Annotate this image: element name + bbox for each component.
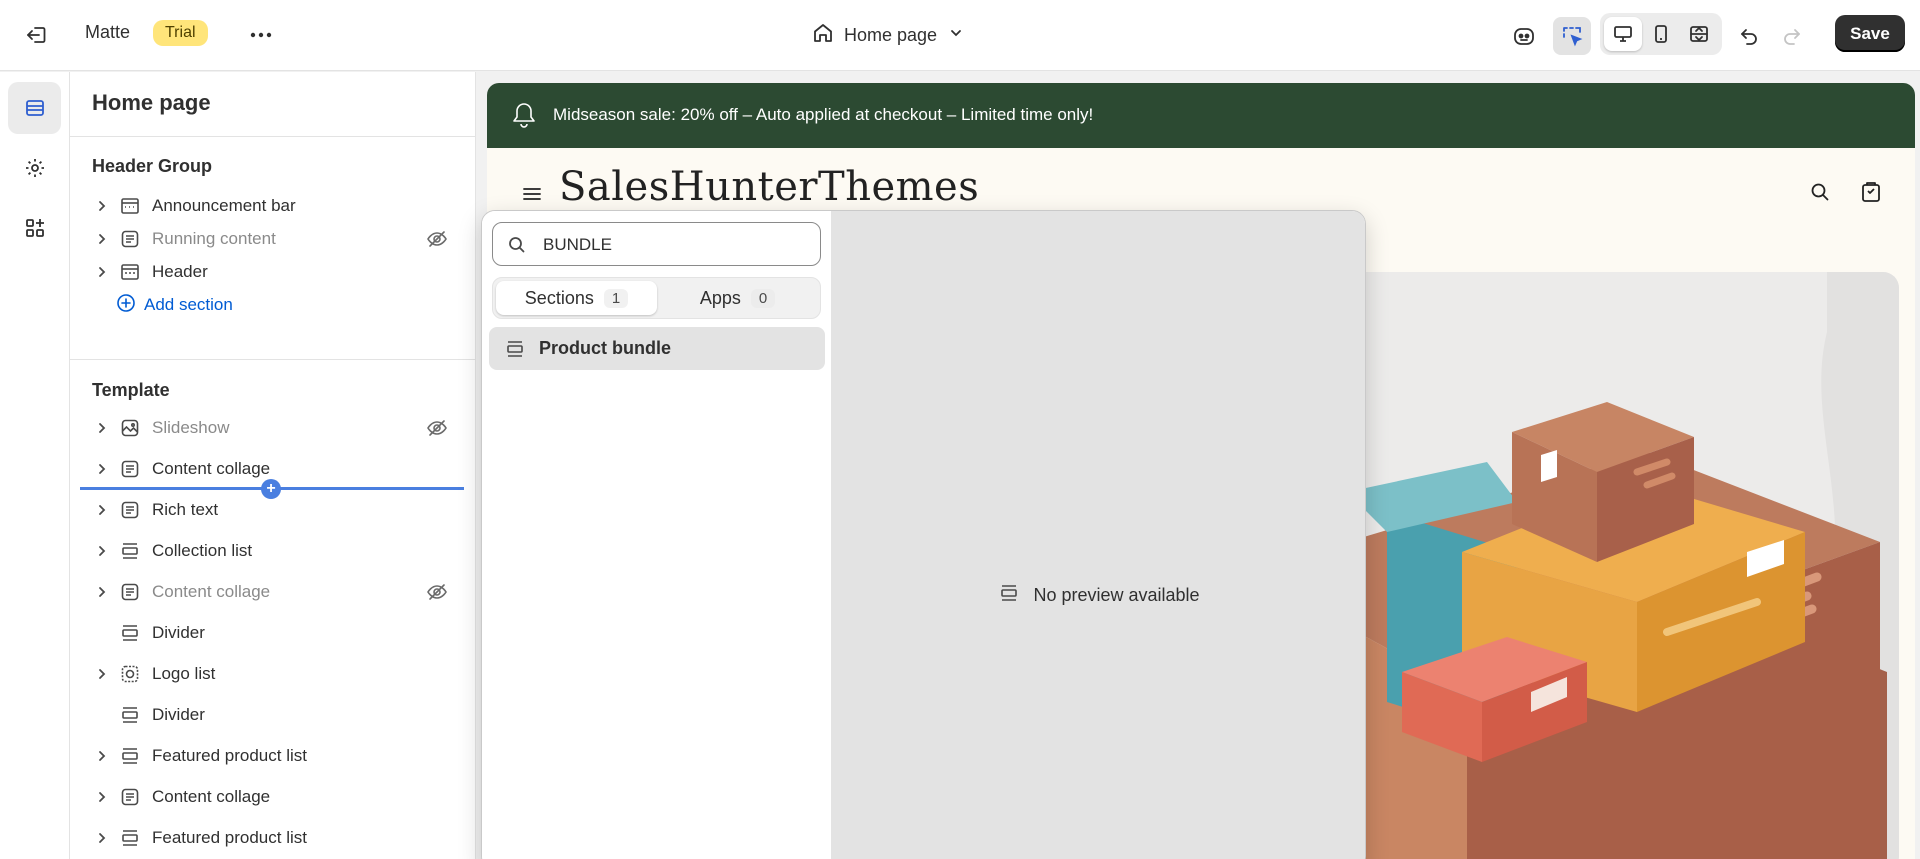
- tab-count-badge: 0: [750, 288, 776, 308]
- tree-item-logo-list[interactable]: Logo list: [90, 657, 466, 691]
- chevron-right-icon[interactable]: [90, 826, 114, 850]
- tab-count-badge: 1: [603, 288, 629, 308]
- sections-icon[interactable]: [8, 82, 61, 134]
- list-section-icon: [999, 583, 1019, 608]
- tree-item-divider-2[interactable]: Divider: [90, 698, 466, 732]
- chevron-right-icon[interactable]: [90, 416, 114, 440]
- search-icon[interactable]: [1808, 180, 1832, 204]
- left-rail: [0, 72, 70, 859]
- settings-gear-icon[interactable]: [8, 142, 61, 194]
- list-section-icon: [503, 337, 527, 361]
- chevron-right-icon[interactable]: [90, 539, 114, 563]
- viewport-toggle: [1600, 13, 1722, 55]
- picker-tabs: Sections 1 Apps 0: [492, 277, 821, 319]
- announcement-bar[interactable]: Midseason sale: 20% off – Auto applied a…: [487, 83, 1915, 148]
- menu-icon[interactable]: [521, 184, 543, 204]
- text-block-icon: [118, 227, 142, 251]
- add-section-button[interactable]: Add section: [116, 288, 233, 322]
- tree-item-collection-list[interactable]: Collection list: [90, 534, 466, 568]
- divider: [70, 359, 475, 360]
- fullscreen-view-icon[interactable]: [1680, 17, 1718, 51]
- eye-hidden-icon[interactable]: [426, 228, 448, 250]
- cart-icon[interactable]: [1860, 179, 1882, 203]
- more-actions-icon[interactable]: [246, 20, 276, 50]
- tree-item-content-collage-3[interactable]: Content collage: [90, 780, 466, 814]
- eye-hidden-icon[interactable]: [426, 417, 448, 439]
- home-icon: [812, 22, 834, 49]
- tree-item-slideshow[interactable]: Slideshow: [90, 411, 466, 445]
- announcement-text: Midseason sale: 20% off – Auto applied a…: [553, 105, 1094, 124]
- chevron-right-icon[interactable]: [90, 662, 114, 686]
- chevron-right-icon[interactable]: [90, 580, 114, 604]
- exit-icon[interactable]: [22, 20, 52, 50]
- redo-icon[interactable]: [1773, 17, 1811, 55]
- desktop-view-icon[interactable]: [1604, 17, 1642, 51]
- eye-hidden-icon[interactable]: [426, 581, 448, 603]
- tab-sections[interactable]: Sections 1: [496, 281, 657, 315]
- tab-apps[interactable]: Apps 0: [657, 281, 818, 315]
- list-section-icon: [118, 826, 142, 850]
- divider: [70, 136, 475, 137]
- plus-circle-icon: [116, 293, 136, 318]
- no-preview-message: No preview available: [832, 583, 1365, 608]
- select-element-icon[interactable]: [1553, 17, 1591, 55]
- text-block-icon: [118, 457, 142, 481]
- ai-assistant-icon[interactable]: [1505, 17, 1543, 55]
- chevron-down-icon: [947, 24, 965, 47]
- page-selector-label: Home page: [844, 24, 938, 45]
- list-section-icon: [118, 621, 142, 645]
- chevron-right-icon[interactable]: [90, 744, 114, 768]
- tree-item-announcement-bar[interactable]: Announcement bar: [90, 189, 466, 223]
- apps-icon[interactable]: [8, 202, 61, 254]
- add-section-popover: Sections 1 Apps 0 Product bundle No prev…: [481, 210, 1366, 859]
- text-block-icon: [118, 580, 142, 604]
- search-icon: [507, 235, 527, 255]
- trial-badge: Trial: [153, 20, 208, 46]
- image-icon: [118, 416, 142, 440]
- chevron-right-icon[interactable]: [90, 194, 114, 218]
- save-button[interactable]: Save: [1835, 15, 1905, 52]
- page-selector[interactable]: Home page: [812, 18, 965, 52]
- header-group-title: Header Group: [92, 156, 213, 176]
- section-preview-panel: No preview available: [832, 211, 1365, 859]
- chevron-right-icon[interactable]: [90, 457, 114, 481]
- result-product-bundle[interactable]: Product bundle: [489, 327, 825, 370]
- chevron-right-icon[interactable]: [90, 498, 114, 522]
- tree-item-running-content[interactable]: Running content: [90, 222, 466, 256]
- template-group-title: Template: [92, 380, 170, 400]
- tree-item-content-collage-2[interactable]: Content collage: [90, 575, 466, 609]
- top-bar: Matte Trial Home page Save: [0, 0, 1920, 71]
- list-section-icon: [118, 703, 142, 727]
- chevron-right-icon[interactable]: [90, 785, 114, 809]
- section-icon: [118, 260, 142, 284]
- undo-icon[interactable]: [1730, 17, 1768, 55]
- section-icon: [118, 194, 142, 218]
- mobile-view-icon[interactable]: [1642, 17, 1680, 51]
- text-block-icon: [118, 498, 142, 522]
- tree-item-header[interactable]: Header: [90, 255, 466, 289]
- tree-item-divider[interactable]: Divider: [90, 616, 466, 650]
- section-search-panel: Sections 1 Apps 0 Product bundle: [482, 211, 832, 859]
- bell-icon: [511, 101, 537, 129]
- store-name: Matte: [85, 22, 131, 42]
- section-search-field[interactable]: [492, 222, 821, 266]
- chevron-right-icon[interactable]: [90, 227, 114, 251]
- section-search-input[interactable]: [543, 233, 803, 257]
- list-section-icon: [118, 744, 142, 768]
- tree-item-rich-text[interactable]: Rich text: [90, 493, 466, 527]
- sidebar-title: Home page: [92, 90, 211, 115]
- logo-list-icon: [118, 662, 142, 686]
- text-block-icon: [118, 785, 142, 809]
- tree-item-featured-product-list-2[interactable]: Featured product list: [90, 821, 466, 855]
- tree-item-featured-product-list[interactable]: Featured product list: [90, 739, 466, 773]
- sections-sidebar: Home page Header Group Announcement bar …: [70, 72, 476, 859]
- list-section-icon: [118, 539, 142, 563]
- store-logo[interactable]: SalesHunterThemes: [559, 164, 979, 210]
- chevron-right-icon[interactable]: [90, 260, 114, 284]
